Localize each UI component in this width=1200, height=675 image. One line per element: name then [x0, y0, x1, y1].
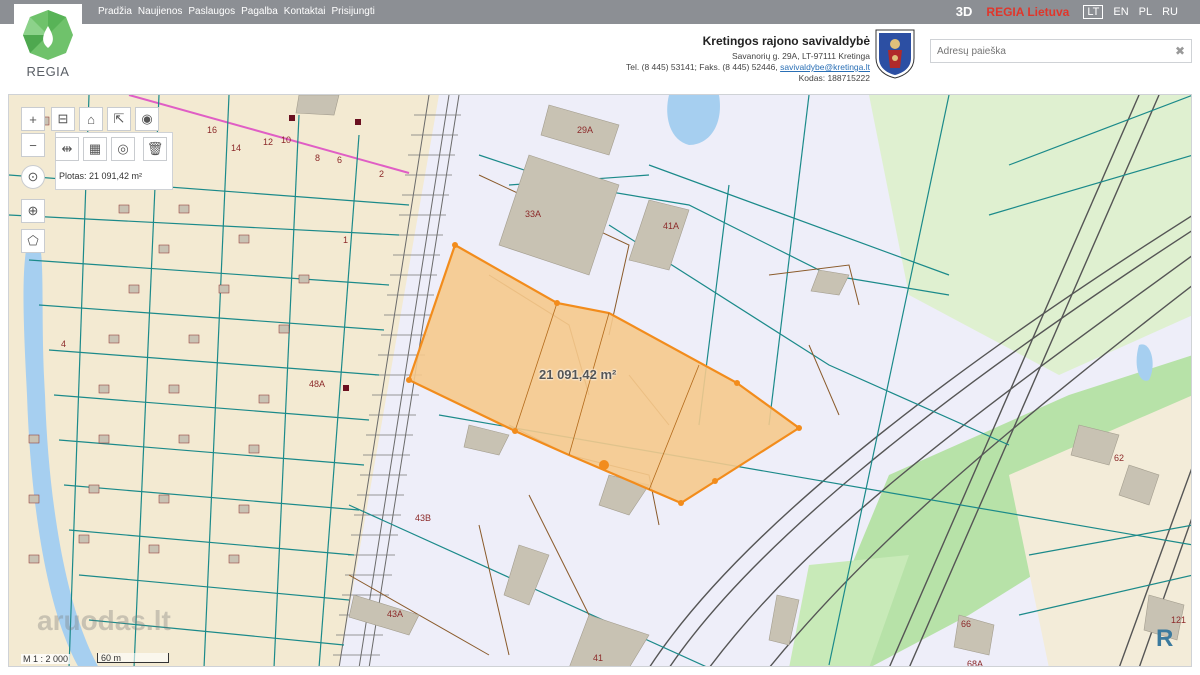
parcel-label: 29A [577, 125, 594, 135]
map-scale: M 1 : 2 000 [21, 654, 71, 664]
regia-logo-text: REGIA [26, 64, 70, 79]
regia-lietuva-link[interactable]: REGIA Lietuva [986, 5, 1069, 19]
parcel-label: 66 [961, 619, 972, 629]
top-nav: Pradžia Naujienos Paslaugos Pagalba Kont… [98, 6, 375, 17]
parcel-label: 43A [387, 609, 404, 619]
parcel-label: 121 [1171, 615, 1187, 625]
municipality-code: Kodas: 188715222 [798, 73, 870, 83]
municipality-contacts: Tel. (8 445) 53141; Faks. (8 445) 52446,… [626, 62, 870, 73]
top-right-controls: 3D REGIA Lietuva LT EN PL RU [956, 4, 1178, 19]
search-clear-icon[interactable]: ✖ [1175, 44, 1185, 58]
address-search[interactable]: ✖ [930, 39, 1192, 63]
3d-mode-button[interactable]: 3D [956, 4, 973, 19]
parcel-label: 4 [61, 339, 67, 349]
parcel-label: 1 [343, 235, 349, 245]
nav-item-pradzia[interactable]: Pradžia [98, 6, 132, 17]
map-view[interactable]: 29A 33A 41A 43B 43A 41 62 66 68A 121 48A… [8, 94, 1192, 667]
locate-me-icon[interactable]: ⊕ [21, 199, 45, 223]
area-measure-result: Plotas: 21 091,42 m² [59, 171, 143, 181]
parcel-label: 68A [967, 659, 984, 667]
parcel-label: 12 [263, 137, 274, 147]
nav-item-prisijungti[interactable]: Prisijungti [332, 6, 375, 17]
parcel-label: 48A [309, 379, 326, 389]
municipality-email[interactable]: savivaldybe@kretinga.lt [780, 62, 870, 72]
municipality-address: Savanorių g. 29A, LT-97111 Kretinga [732, 51, 870, 61]
nav-item-pagalba[interactable]: Pagalba [241, 6, 278, 17]
scale-bar: 60 m [97, 653, 169, 663]
zoom-in-button[interactable]: + [21, 107, 45, 131]
regia-logo-icon [23, 10, 73, 60]
municipality-info: Kretingos rajono savivaldybė Savanorių g… [626, 34, 870, 84]
point-select-icon[interactable]: ◉ [135, 107, 159, 131]
regia-corner-logo-icon: R [1156, 625, 1174, 652]
nav-item-kontaktai[interactable]: Kontaktai [284, 6, 326, 17]
nav-item-naujienos[interactable]: Naujienos [138, 6, 182, 17]
parcel-label: 62 [1114, 453, 1125, 463]
draw-polygon-icon[interactable]: ⬠ [21, 229, 45, 253]
nav-item-paslaugos[interactable]: Paslaugos [188, 6, 235, 17]
municipality-title: Kretingos rajono savivaldybė [702, 34, 870, 48]
delete-measure-icon[interactable]: 🗑 [143, 137, 167, 161]
place-marker-icon[interactable]: ⌂ [79, 107, 103, 131]
municipality-phone: Tel. (8 445) 53141; Faks. (8 445) 52446, [626, 62, 778, 72]
lang-pl[interactable]: PL [1139, 6, 1152, 18]
parcel-label: 6 [337, 155, 343, 165]
zoom-out-button[interactable]: − [21, 133, 45, 157]
parcel-label: 8 [315, 153, 321, 163]
measure-area-icon[interactable]: ▦ [83, 137, 107, 161]
measure-length-icon[interactable]: ⊟ [51, 107, 75, 131]
parcel-label: 2 [379, 169, 385, 179]
parcel-label: 16 [207, 125, 218, 135]
parcel-label: 41A [663, 221, 680, 231]
compass-icon[interactable]: ⊙ [21, 165, 45, 189]
parcel-area-label: 21 091,42 m² [539, 367, 617, 382]
address-search-input[interactable] [931, 40, 1161, 62]
parcel-label: 10 [281, 135, 292, 145]
lang-ru[interactable]: RU [1162, 6, 1178, 18]
parcel-label: 43B [415, 513, 432, 523]
lang-en[interactable]: EN [1113, 6, 1128, 18]
measure-distance-icon[interactable]: ⇹ [55, 137, 79, 161]
parcel-label: 33A [525, 209, 542, 219]
lang-lt[interactable]: LT [1083, 4, 1104, 19]
regia-logo[interactable]: REGIA [14, 4, 82, 86]
parcel-label: 41 [593, 653, 604, 663]
measure-radius-icon[interactable]: ◎ [111, 137, 135, 161]
watermark-text: aruodas.lt [37, 605, 171, 636]
parcel-label: 14 [231, 143, 242, 153]
top-nav-bar: Pradžia Naujienos Paslaugos Pagalba Kont… [0, 0, 1200, 24]
kretinga-coat-of-arms-icon [875, 29, 915, 79]
share-export-icon[interactable]: ⇱ [107, 107, 131, 131]
